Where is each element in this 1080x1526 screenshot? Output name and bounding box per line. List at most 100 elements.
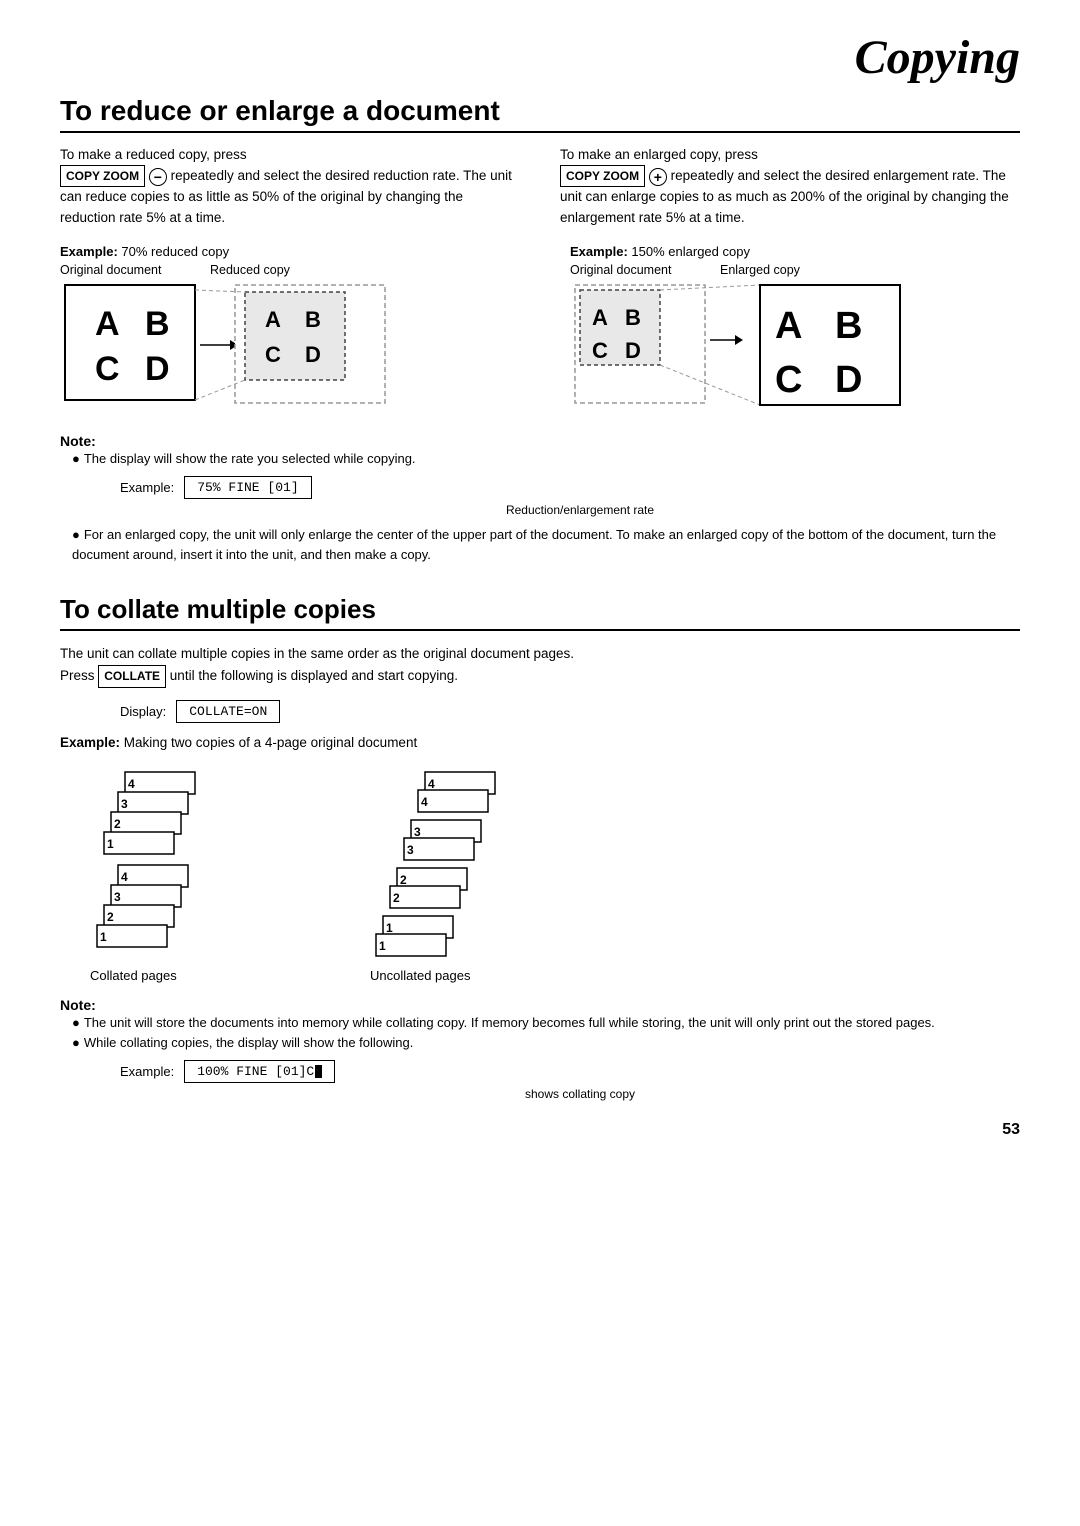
svg-text:2: 2: [393, 891, 400, 905]
svg-text:B: B: [305, 307, 321, 332]
collated-label: Collated pages: [90, 968, 177, 983]
enlarge-copy-label: Enlarged copy: [720, 263, 800, 277]
note1-item: The display will show the rate you selec…: [72, 449, 1020, 469]
note-section: Note: The display will show the rate you…: [60, 433, 1020, 565]
enlarge-intro-col: To make an enlarged copy, press COPY ZOO…: [560, 145, 1020, 228]
svg-text:4: 4: [121, 870, 128, 884]
enlarge-example-label: Example: 150% enlarged copy: [570, 244, 1020, 259]
reduce-example-rest: 70% reduced copy: [118, 244, 229, 259]
collate-display-box: COLLATE=ON: [176, 700, 280, 723]
svg-text:D: D: [305, 342, 321, 367]
svg-text:2: 2: [400, 873, 407, 887]
reduce-intro-col: To make a reduced copy, press COPY ZOOM …: [60, 145, 520, 228]
svg-text:3: 3: [121, 797, 128, 811]
svg-text:B: B: [835, 305, 862, 347]
collate-example-label: Example: Making two copies of a 4-page o…: [60, 735, 1020, 750]
svg-text:1: 1: [100, 930, 107, 944]
collate-intro2-post: until the following is displayed and sta…: [166, 668, 458, 683]
cursor-indicator: [314, 1064, 322, 1079]
reduce-enlarge-diagrams: Example: 70% reduced copy Original docum…: [60, 244, 1020, 413]
display2-sub: shows collating copy: [140, 1087, 1020, 1101]
svg-text:A: A: [775, 305, 802, 347]
reduce-orig-label: Original document: [60, 263, 190, 277]
collated-svg: 4 3 2 1 4 3 2 1: [90, 770, 270, 960]
note2-2-item: While collating copies, the display will…: [72, 1033, 1020, 1053]
display-example-box: 75% FINE [01]: [184, 476, 311, 499]
svg-text:D: D: [835, 359, 862, 401]
display2-prefix: Example:: [120, 1064, 174, 1079]
section2-heading: To collate multiple copies: [60, 594, 1020, 631]
display-example-prefix: Example:: [120, 480, 174, 495]
collate-button: COLLATE: [98, 665, 166, 688]
note-title-2: Note:: [60, 997, 1020, 1013]
enlarge-example-bold: Example:: [570, 244, 628, 259]
svg-text:B: B: [145, 305, 170, 343]
collate-intro: The unit can collate multiple copies in …: [60, 643, 1020, 688]
enlarge-diagram-container: Example: 150% enlarged copy Original doc…: [570, 244, 1020, 413]
svg-text:B: B: [625, 305, 641, 330]
svg-text:C: C: [775, 359, 802, 401]
collated-stack-visual: 4 3 2 1 4 3 2 1 Collated pages: [90, 770, 270, 983]
note-section-2: Note: The unit will store the documents …: [60, 997, 1020, 1101]
reduce-copy-label: Reduced copy: [210, 263, 290, 277]
svg-text:C: C: [265, 342, 281, 367]
reduce-diagram-container: Example: 70% reduced copy Original docum…: [60, 244, 510, 413]
enlarge-orig-label: Original document: [570, 263, 700, 277]
collate-visual: 4 3 2 1 4 3 2 1 Collated pages: [90, 770, 1020, 983]
svg-text:3: 3: [114, 890, 121, 904]
svg-text:3: 3: [414, 825, 421, 839]
display2-box: 100% FINE [01]C: [184, 1060, 335, 1083]
copy-zoom-button-reduce: COPY ZOOM: [60, 165, 145, 187]
section1-heading: To reduce or enlarge a document: [60, 95, 1020, 133]
collate-intro2-pre: Press: [60, 668, 98, 683]
svg-text:A: A: [265, 307, 281, 332]
collate-intro2: Press COLLATE until the following is dis…: [60, 665, 1020, 688]
svg-text:D: D: [145, 350, 170, 388]
reduce-svg: A B C D A B C D: [60, 280, 400, 410]
note2-item: For an enlarged copy, the unit will only…: [72, 525, 1020, 564]
display-example: Example: 75% FINE [01]: [120, 476, 1020, 499]
collate-example-rest: Making two copies of a 4-page original d…: [120, 735, 417, 750]
uncollated-svg: 4 4 3 3 2 2 1 1: [370, 770, 570, 960]
copy-zoom-button-enlarge: COPY ZOOM: [560, 165, 645, 187]
page-number: 53: [60, 1121, 1020, 1139]
svg-text:A: A: [592, 305, 608, 330]
svg-text:1: 1: [379, 939, 386, 953]
page-header: Copying: [60, 30, 1020, 85]
display-sub: Reduction/enlargement rate: [140, 503, 1020, 517]
svg-text:1: 1: [107, 837, 114, 851]
display2-example: Example: 100% FINE [01]C: [120, 1060, 1020, 1083]
note2-1-item: The unit will store the documents into m…: [72, 1013, 1020, 1033]
reduce-example-bold: Example:: [60, 244, 118, 259]
reduce-intro-text: To make a reduced copy, press: [60, 147, 247, 162]
svg-text:4: 4: [128, 777, 135, 791]
page-title: Copying: [855, 31, 1020, 84]
enlarge-intro-text: To make an enlarged copy, press: [560, 147, 758, 162]
note-title: Note:: [60, 433, 1020, 449]
svg-text:3: 3: [407, 843, 414, 857]
plus-icon: +: [649, 168, 667, 186]
svg-text:D: D: [625, 338, 641, 363]
enlarge-example-rest: 150% enlarged copy: [628, 244, 750, 259]
uncollated-stack-visual: 4 4 3 3 2 2 1 1 Uncollated pages: [370, 770, 570, 983]
svg-text:2: 2: [114, 817, 121, 831]
enlarge-svg: A B C D A B C D: [570, 280, 910, 410]
collate-intro1: The unit can collate multiple copies in …: [60, 643, 1020, 665]
svg-text:4: 4: [428, 777, 435, 791]
minus-icon: −: [149, 168, 167, 186]
intro-columns: To make a reduced copy, press COPY ZOOM …: [60, 145, 1020, 228]
svg-text:A: A: [95, 305, 120, 343]
svg-text:2: 2: [107, 910, 114, 924]
enlarge-doc-labels: Original document Enlarged copy: [570, 263, 1020, 277]
collate-example-bold: Example:: [60, 735, 120, 750]
collate-display-example: Display: COLLATE=ON: [120, 700, 1020, 723]
collate-display-prefix: Display:: [120, 704, 166, 719]
svg-text:4: 4: [421, 795, 428, 809]
uncollated-label: Uncollated pages: [370, 968, 470, 983]
display2-value: 100% FINE [01]C: [197, 1064, 314, 1079]
reduce-example-label: Example: 70% reduced copy: [60, 244, 510, 259]
svg-text:1: 1: [386, 921, 393, 935]
svg-text:C: C: [592, 338, 608, 363]
reduce-doc-labels: Original document Reduced copy: [60, 263, 510, 277]
svg-text:C: C: [95, 350, 120, 388]
